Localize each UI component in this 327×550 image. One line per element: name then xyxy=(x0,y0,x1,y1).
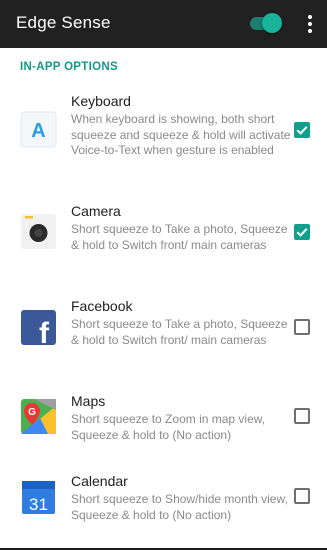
item-description: When keyboard is showing, both short squ… xyxy=(71,112,291,157)
facebook-glyph: f xyxy=(39,317,50,346)
checkmark-icon xyxy=(296,228,308,237)
calendar-app-icon: 31 xyxy=(20,479,57,516)
facebook-app-icon: f xyxy=(20,309,57,350)
keyboard-checkbox[interactable] xyxy=(294,122,310,138)
edge-sense-toggle[interactable] xyxy=(250,12,282,34)
item-title: Keyboard xyxy=(71,93,131,109)
maps-app-icon: G xyxy=(20,398,57,435)
facebook-checkbox[interactable] xyxy=(294,319,310,335)
item-title: Camera xyxy=(71,203,121,219)
item-description: Short squeeze to Show/hide month view, S… xyxy=(71,492,288,522)
item-description: Short squeeze to Zoom in map view, Squee… xyxy=(71,412,266,442)
item-description: Short squeeze to Take a photo, Squeeze &… xyxy=(71,222,288,252)
item-description: Short squeeze to Take a photo, Squeeze &… xyxy=(71,317,288,347)
calendar-checkbox[interactable] xyxy=(294,488,310,504)
app-bar: Edge Sense xyxy=(0,0,327,48)
calendar-glyph: 31 xyxy=(29,495,48,514)
item-title: Maps xyxy=(71,393,106,409)
keyboard-app-icon: A xyxy=(20,111,57,148)
app-title: Edge Sense xyxy=(16,13,111,32)
maps-checkbox[interactable] xyxy=(294,408,310,424)
camera-checkbox[interactable] xyxy=(294,224,310,240)
overflow-menu-icon[interactable] xyxy=(304,13,316,35)
section-header: IN-APP OPTIONS xyxy=(20,61,118,73)
keyboard-glyph: A xyxy=(31,120,45,142)
checkmark-icon xyxy=(296,126,308,135)
item-title: Calendar xyxy=(71,473,128,489)
item-title: Facebook xyxy=(71,298,133,314)
toggle-thumb xyxy=(262,13,282,33)
maps-glyph: G xyxy=(28,407,36,418)
camera-app-icon xyxy=(20,213,57,250)
